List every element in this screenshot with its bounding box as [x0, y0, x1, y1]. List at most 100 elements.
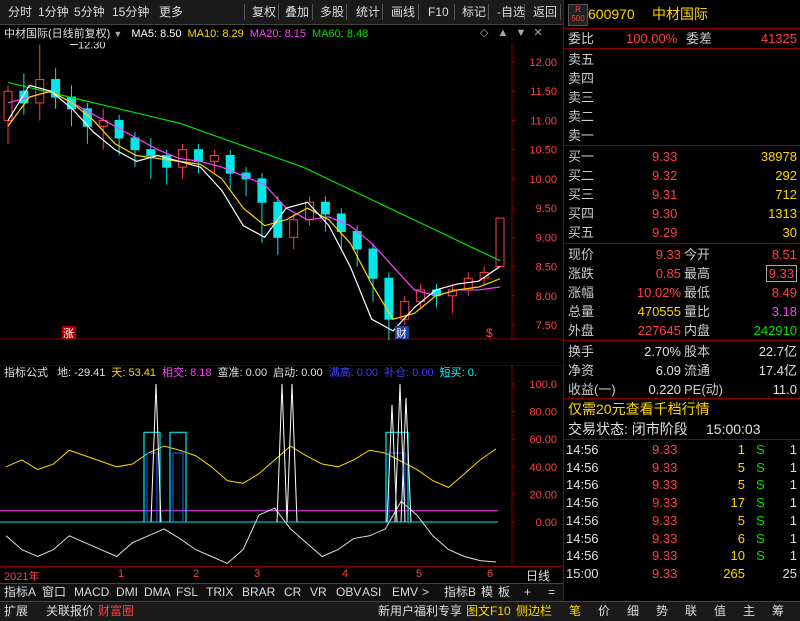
scroll-up-icon[interactable]: ▲: [498, 27, 509, 39]
ask-row[interactable]: 卖四: [564, 69, 800, 88]
tick-row: 14:56 9.33 6 S 1: [564, 530, 800, 548]
chevron-down-icon[interactable]: ▼: [113, 29, 122, 39]
quote-tab[interactable]: 主: [743, 603, 755, 620]
settings-icon[interactable]: ◇: [480, 27, 488, 39]
toolbar-item[interactable]: 5分钟: [74, 3, 105, 21]
promo-row[interactable]: 仅需20元查看千档行情: [564, 400, 800, 419]
bottom-bar-item[interactable]: 扩展: [4, 603, 28, 620]
ask-row[interactable]: 卖三: [564, 88, 800, 107]
chart-title[interactable]: 中材国际(日线前复权): [4, 28, 110, 40]
bid-row[interactable]: 买一 9.33 38978: [564, 147, 800, 166]
weibi-row: 委比 100.00% 委差 41325: [564, 29, 800, 48]
tian-line: [5, 445, 497, 489]
indicator-tab[interactable]: 板: [498, 584, 510, 601]
indicator-chart[interactable]: 100.0 80.00 60.00 40.00 20.00 0.00: [0, 365, 563, 565]
toolbar-item[interactable]: -自选: [497, 3, 525, 21]
toolbar-item[interactable]: 15分钟: [112, 3, 149, 21]
toolbar-item[interactable]: 复权: [252, 3, 276, 21]
indicator-tab[interactable]: >: [422, 584, 429, 601]
tick-volume: 6: [737, 530, 745, 546]
toolbar-item[interactable]: 更多: [159, 3, 183, 21]
bid-row[interactable]: 买四 9.30 1313: [564, 204, 800, 223]
tick-volume: 5: [737, 459, 745, 475]
bid-row[interactable]: 买三 9.31 712: [564, 185, 800, 204]
ask-row[interactable]: 卖二: [564, 107, 800, 126]
indicator-tab[interactable]: CR: [284, 584, 301, 601]
quote-tab[interactable]: 价: [598, 603, 610, 620]
stat-value: 0.85: [655, 266, 681, 281]
y-tick-label: 11.00: [530, 115, 557, 127]
tick-count: 1: [789, 477, 797, 493]
indicator-tab[interactable]: BRAR: [242, 584, 275, 601]
toolbar-item[interactable]: F10: [428, 3, 449, 21]
ma60-line: [7, 81, 501, 262]
toolbar-item[interactable]: 多股: [320, 3, 344, 21]
bottom-bar-item[interactable]: 关联报价: [46, 603, 94, 620]
quote-panel: R 500 600970 中材国际 委比 100.00% 委差 41325 卖五…: [563, 0, 800, 620]
indicator-tab[interactable]: +: [524, 584, 531, 601]
stat-label: PE(动): [684, 382, 724, 397]
quote-tab[interactable]: 联: [685, 603, 697, 620]
y-tick-label: 8.50: [536, 262, 557, 274]
toolbar-item[interactable]: 画线: [391, 3, 415, 21]
ind-y-tick-label: 100.0: [529, 379, 557, 391]
bid-label: 买二: [568, 168, 595, 183]
quote-tab[interactable]: 筹: [772, 603, 784, 620]
stat-value: 11.0: [772, 382, 797, 397]
dollar-marker[interactable]: $: [486, 326, 493, 340]
toolbar-item[interactable]: 统计: [356, 3, 380, 21]
indicator-tab[interactable]: VR: [310, 584, 327, 601]
indicator-tab[interactable]: OBV: [336, 584, 361, 601]
toolbar-item[interactable]: 标记: [462, 3, 486, 21]
bid-row[interactable]: 买二 9.32 292: [564, 166, 800, 185]
toolbar-item[interactable]: 分时: [8, 3, 32, 21]
price-chart[interactable]: 12.00 11.50 11.00 10.50 10.00 9.50 9.00 8.50 8.0…: [0, 42, 563, 340]
toolbar-item[interactable]: 1分钟: [38, 3, 69, 21]
indicator-tab[interactable]: FSL: [176, 584, 198, 601]
candle-body: [193, 149, 203, 162]
indicator-tab[interactable]: DMI: [116, 584, 138, 601]
ind-y-tick-label: 60.00: [529, 434, 557, 446]
indicator-tab[interactable]: =: [548, 584, 555, 601]
tick-volume: 17: [730, 495, 745, 511]
toolbar-item[interactable]: 返回: [533, 3, 557, 21]
quote-tab[interactable]: 笔: [569, 603, 581, 620]
bottom-bar-item[interactable]: 侧边栏: [516, 603, 552, 620]
ask-row[interactable]: 卖一: [564, 126, 800, 145]
indicator-tab[interactable]: DMA: [144, 584, 171, 601]
tick-time: 15:00: [566, 565, 599, 581]
bid-row[interactable]: 买五 9.29 30: [564, 223, 800, 242]
indicator-tab[interactable]: 模: [481, 584, 493, 601]
indicator-tab[interactable]: 指标B: [444, 584, 476, 601]
tick-price: 9.33: [652, 530, 678, 546]
spike: [286, 383, 298, 523]
quote-tab[interactable]: 值: [714, 603, 726, 620]
tick-price: 9.33: [652, 548, 678, 564]
ask-row[interactable]: 卖五: [564, 50, 800, 69]
bottom-bar-item[interactable]: 图文F10: [466, 603, 511, 620]
scroll-down-icon[interactable]: ▼: [515, 27, 526, 39]
bottom-bar-item[interactable]: 财富圈: [98, 603, 134, 620]
x-tick-label: 3: [254, 568, 261, 580]
period-label[interactable]: 日线: [526, 567, 550, 584]
weibi-label: 委比: [568, 31, 595, 46]
promo-text[interactable]: 仅需20元查看千档行情: [568, 400, 710, 419]
weicha-label: 委差: [686, 31, 713, 46]
indicator-tab[interactable]: MACD: [74, 584, 109, 601]
indicator-tab[interactable]: ASI: [362, 584, 381, 601]
stock-name[interactable]: 中材国际: [652, 2, 708, 26]
tick-count: 25: [782, 565, 797, 581]
close-icon[interactable]: ✕: [533, 27, 542, 39]
tick-time: 14:56: [566, 530, 599, 546]
toolbar-item[interactable]: 叠加: [285, 3, 309, 21]
quote-tab[interactable]: 势: [656, 603, 668, 620]
indicator-tab[interactable]: TRIX: [206, 584, 233, 601]
tick-count: 1: [789, 442, 797, 457]
tick-row: 14:56 9.33 1 S 1: [564, 441, 800, 459]
indicator-tab[interactable]: 指标A: [4, 584, 36, 601]
indicator-tab[interactable]: EMV: [392, 584, 418, 601]
indicator-tab[interactable]: 窗口: [42, 584, 66, 601]
bottom-bar-item[interactable]: 新用户福利专享: [378, 603, 462, 620]
x-tick-label: 1: [118, 568, 125, 580]
quote-tab[interactable]: 细: [627, 603, 639, 620]
